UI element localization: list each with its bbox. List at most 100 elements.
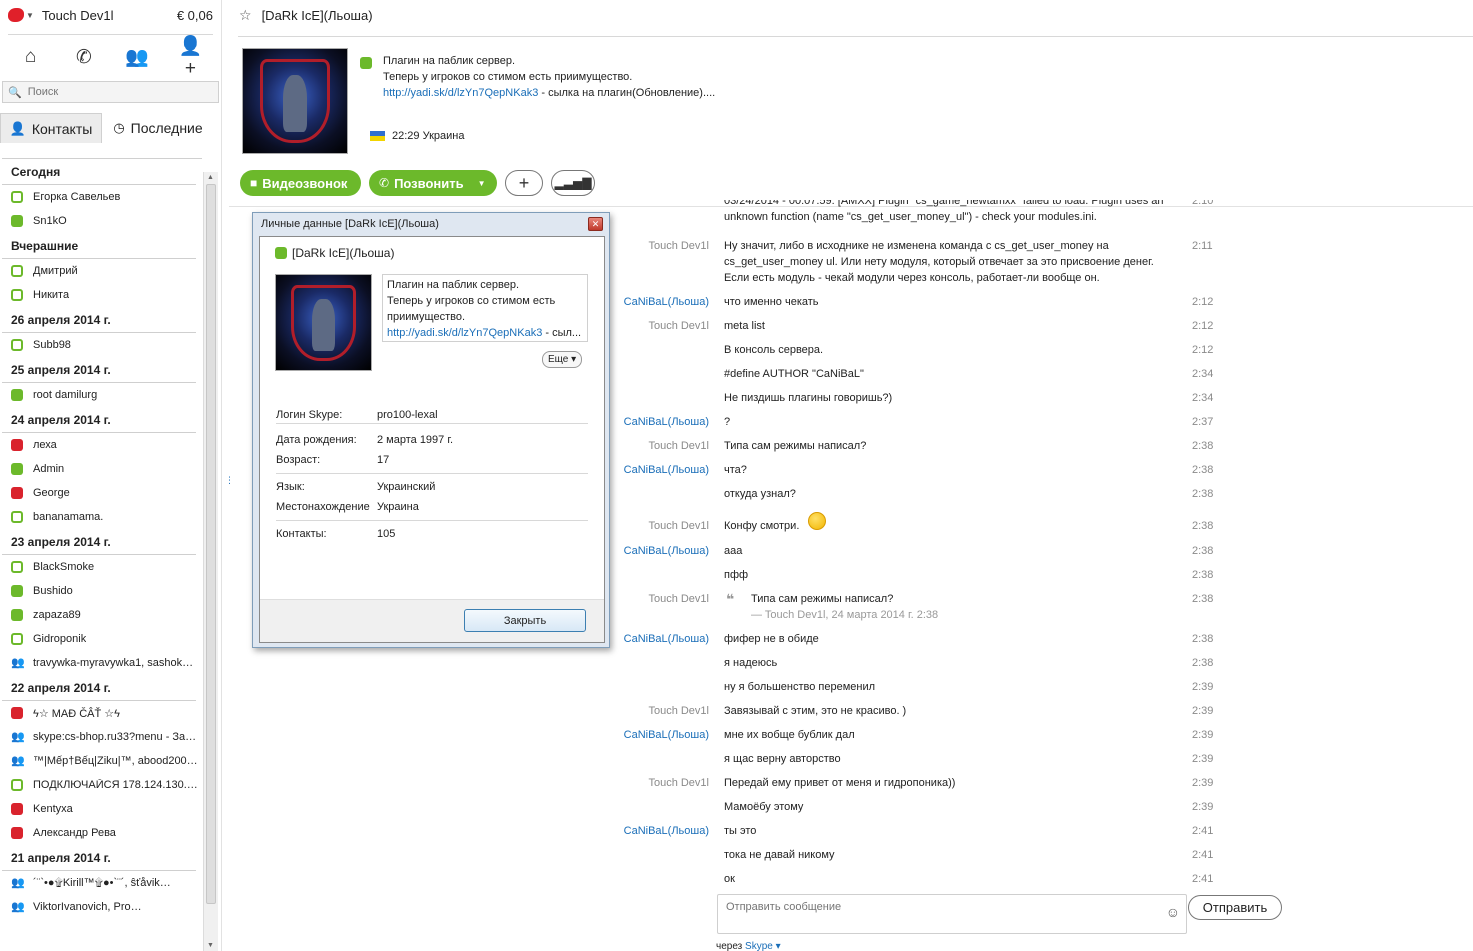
send-button[interactable]: Отправить [1188, 895, 1282, 920]
status-offline-icon [11, 779, 23, 791]
tab-contacts[interactable]: 👤 Контакты [0, 113, 102, 143]
scroll-down-icon[interactable]: ▼ [207, 942, 214, 949]
contact-name: ´¨`•●۩Kirill™۩●•`¨´, ŝťåvik… [33, 876, 171, 889]
message-sender[interactable]: CaNiBaL(Льоша) [609, 823, 709, 839]
message-text: meta list [724, 320, 765, 332]
chevron-down-icon[interactable]: ▼ [26, 11, 34, 20]
chevron-down-icon[interactable]: ▼ [478, 179, 486, 188]
contact-item[interactable]: 👥 ViktorIvanovich, Pro… [2, 895, 202, 919]
compose-box[interactable]: ☺ [717, 894, 1187, 934]
dialog-body: [DaRk IcE](Льоша) Плагин на паблик серве… [259, 236, 605, 643]
via-prefix: через [716, 941, 746, 951]
pane-splitter-icon[interactable]: ⋮ [225, 475, 234, 486]
message-sender[interactable]: Touch Dev1l [609, 591, 709, 607]
home-icon[interactable]: ⌂ [16, 46, 46, 68]
message-sender[interactable]: CaNiBaL(Льоша) [609, 462, 709, 478]
message-time: 2:38 [1192, 440, 1214, 452]
message-sender[interactable]: CaNiBaL(Льоша) [609, 543, 709, 559]
contact-item[interactable]: Kentyxa [2, 797, 202, 821]
status-online-icon [11, 585, 23, 597]
contact-item[interactable]: ПОДКЛЮЧАЙСЯ 178.124.130.… [2, 773, 202, 797]
add-button[interactable]: + [505, 170, 543, 196]
message-sender[interactable]: Touch Dev1l [609, 518, 709, 534]
contact-avatar[interactable] [242, 48, 348, 154]
quoted-message[interactable]: ❝ Типа сам режимы написал? — Touch Dev1l, … [726, 591, 938, 623]
add-contact-icon[interactable]: 👤+ [175, 34, 205, 80]
contact-item[interactable]: Никита [2, 283, 202, 307]
message-text: Передай ему привет от меня и гидропоника… [724, 777, 956, 789]
message-sender[interactable]: Touch Dev1l [609, 775, 709, 791]
contact-item[interactable]: Александр Рева [2, 821, 202, 845]
contact-item[interactable]: 👥 ™|Мếр†Bếц|Ziku|™, abood200… [2, 749, 202, 773]
dialog-close-icon[interactable]: ✕ [588, 217, 603, 231]
contact-name: ПОДКЛЮЧАЙСЯ 178.124.130.… [33, 779, 198, 791]
call-quality-button[interactable]: ▂▃▅▇ [551, 170, 595, 196]
mood-link[interactable]: http://yadi.sk/d/lzYn7QepNKak3 [387, 327, 542, 339]
scroll-up-icon[interactable]: ▲ [207, 174, 214, 181]
more-button[interactable]: Еще ▾ [542, 351, 583, 368]
contact-item[interactable]: George [2, 481, 202, 505]
group-contacts-icon[interactable]: 👥 [122, 45, 152, 69]
contact-item[interactable]: Егорка Савельев [2, 185, 202, 209]
phone-icon[interactable]: ✆ [69, 46, 99, 69]
message-sender[interactable]: CaNiBaL(Льоша) [609, 294, 709, 310]
message-time: 2:34 [1192, 368, 1214, 380]
account-name[interactable]: Touch Dev1l [42, 8, 177, 23]
favorite-star-icon[interactable]: ☆ [239, 7, 252, 24]
contact-item[interactable]: Bushido [2, 579, 202, 603]
status-offline-icon [11, 339, 23, 351]
message-sender[interactable]: CaNiBaL(Льоша) [609, 727, 709, 743]
divider [276, 473, 588, 474]
message-sender[interactable]: Touch Dev1l [609, 238, 709, 254]
contact-item[interactable]: Дмитрий [2, 259, 202, 283]
emoticon-icon[interactable]: ☺ [1166, 904, 1180, 920]
skype-credit[interactable]: € 0,06 [177, 8, 213, 23]
contact-item[interactable]: Gidroponik [2, 627, 202, 651]
contact-list-scrollbar[interactable]: ▲ ▼ [203, 172, 218, 951]
contact-item[interactable]: zapaza89 [2, 603, 202, 627]
skype-logo-icon[interactable] [8, 8, 24, 22]
tab-recent[interactable]: ◷ Последние [102, 113, 214, 143]
message-sender[interactable]: Touch Dev1l [609, 703, 709, 719]
contact-item[interactable]: Sn1kO [2, 209, 202, 233]
close-button[interactable]: Закрыть [464, 609, 586, 632]
status-online-icon [11, 215, 23, 227]
field-value: 17 [377, 454, 390, 466]
message-text: Типа сам режимы написал? [724, 440, 867, 452]
message-sender[interactable]: Touch Dev1l [609, 318, 709, 334]
local-time: 22:29 Украина [370, 130, 464, 142]
search-input[interactable] [27, 86, 198, 98]
chevron-down-icon[interactable]: ▾ [773, 941, 781, 951]
profile-field: Дата рождения: 2 марта 1997 г. [276, 434, 453, 446]
call-button[interactable]: ✆ Позвонить ▼ [369, 170, 497, 196]
contact-item[interactable]: леха [2, 433, 202, 457]
message-sender[interactable]: CaNiBaL(Льоша) [609, 414, 709, 430]
message-sender[interactable]: CaNiBaL(Льоша) [609, 631, 709, 647]
contact-item[interactable]: ϟ☆ MAĐ ČÂŤ ☆ϟ [2, 701, 202, 725]
mood-link[interactable]: http://yadi.sk/d/lzYn7QepNKak3 [383, 87, 538, 99]
message-sender[interactable]: Touch Dev1l [609, 438, 709, 454]
message-input[interactable] [726, 901, 1126, 913]
tab-contacts-label: Контакты [31, 120, 93, 137]
message-time: 2:41 [1192, 849, 1214, 861]
via-skype-link[interactable]: Skype [745, 941, 773, 951]
contact-item[interactable]: BlackSmoke [2, 555, 202, 579]
scrollbar-thumb[interactable] [206, 184, 216, 904]
contact-item[interactable]: Subb98 [2, 333, 202, 357]
message-time: 2:38 [1192, 464, 1214, 476]
contact-item[interactable]: 👥 skype:cs-bhop.ru33?menu - За… [2, 725, 202, 749]
call-bar: ■ Видеозвонок ✆ Позвонить ▼ + ▂▃▅▇ [240, 170, 595, 196]
dialog-footer: Закрыть [260, 599, 604, 642]
contact-item[interactable]: root damilurg [2, 383, 202, 407]
message-time: 2:34 [1192, 392, 1214, 404]
contact-item[interactable]: Admin [2, 457, 202, 481]
contact-item[interactable]: bananamama. [2, 505, 202, 529]
message-time: 2:38 [1192, 657, 1214, 669]
message-time: 2:37 [1192, 416, 1214, 428]
contact-item[interactable]: 👥 ´¨`•●۩Kirill™۩●•`¨´, ŝťåvik… [2, 871, 202, 895]
contact-list: Сегодня Егорка Савельев Sn1kO Вчерашние Дмит… [2, 158, 202, 951]
status-offline-icon [11, 265, 23, 277]
search-box[interactable]: 🔍 [2, 81, 219, 103]
video-call-button[interactable]: ■ Видеозвонок [240, 170, 361, 196]
contact-item[interactable]: 👥 travywka-myravywka1, sashok… [2, 651, 202, 675]
